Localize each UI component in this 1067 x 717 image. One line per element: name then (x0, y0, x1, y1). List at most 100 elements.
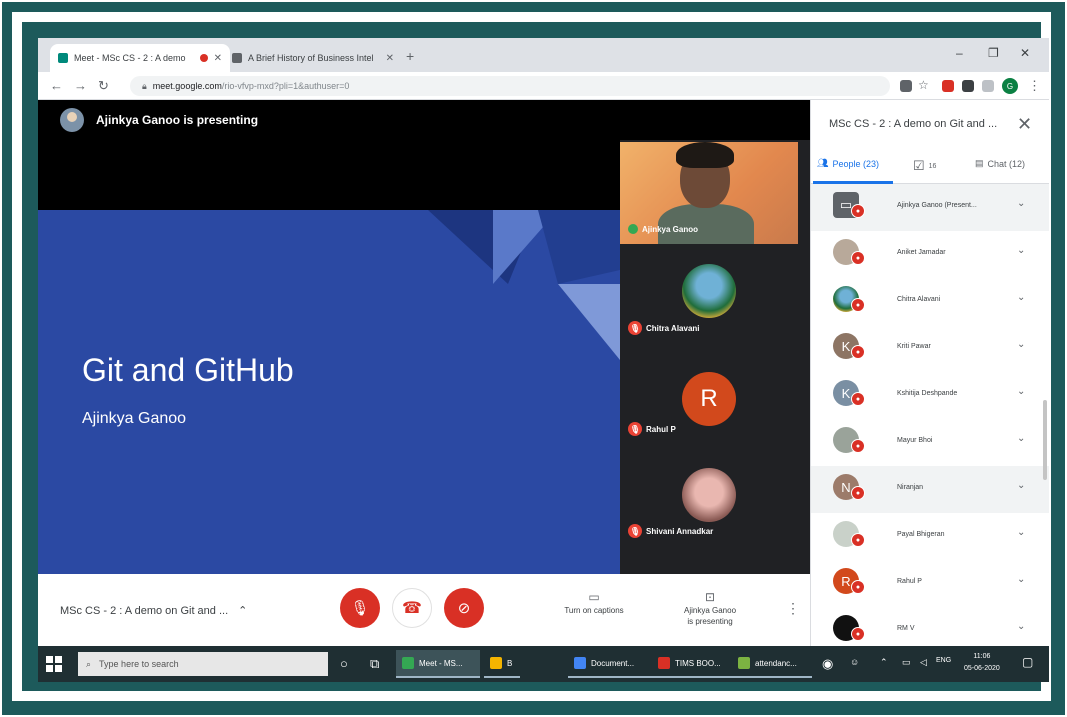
tile-name-label: Chitra Alavani (646, 323, 700, 333)
list-item[interactable]: ● Chitra Alavani ⌄ (811, 278, 1049, 325)
close-window-icon[interactable]: ✕ (1020, 46, 1030, 60)
new-tab-icon[interactable]: + (406, 48, 414, 64)
minimize-icon[interactable]: – (956, 46, 963, 60)
muted-mic-icon: ● (851, 251, 865, 265)
chevron-down-icon[interactable]: ⌄ (1017, 527, 1025, 538)
tab-people-label: People (23) (832, 158, 879, 169)
tile-name[interactable]: 🎙︎ Chitra Alavani (628, 321, 700, 335)
chevron-up-icon[interactable]: ⌃ (880, 657, 888, 668)
extension-icon[interactable] (942, 80, 954, 92)
chevron-down-icon[interactable]: ⌄ (1017, 480, 1025, 491)
language-indicator[interactable]: ENG (936, 657, 951, 664)
tile-name[interactable]: 🎙︎ Shivani Annadkar (628, 524, 713, 538)
muted-mic-icon: 🎙︎ (628, 321, 642, 335)
taskbar-app-document[interactable]: Document... (568, 650, 652, 678)
list-item[interactable]: ● Payal Bhigeran ⌄ (811, 513, 1049, 560)
maximize-icon[interactable]: ❐ (988, 46, 999, 60)
windows-start-icon[interactable] (46, 656, 62, 672)
list-item[interactable]: K ● Kriti Pawar ⌄ (811, 325, 1049, 372)
back-icon[interactable]: ← (50, 78, 63, 93)
document-icon (574, 657, 586, 669)
url-field[interactable]: 🔒︎ meet.google.com/rio-vfvp-mxd?pli=1&au… (130, 76, 890, 96)
chevron-down-icon[interactable]: ⌄ (1017, 386, 1025, 397)
meeting-controls: MSc CS - 2 : A demo on Git and ... ⌃ 🎙︎ … (38, 574, 810, 646)
extension-icon[interactable] (982, 80, 994, 92)
extension-icon[interactable] (962, 80, 974, 92)
chevron-down-icon[interactable]: ⌄ (1017, 292, 1025, 303)
taskbar-app-explorer[interactable]: B (484, 650, 520, 678)
participant-video-tile[interactable]: Ajinkya Ganoo (620, 142, 798, 244)
presenting-button[interactable]: ⊡ Ajinkya Ganoo is presenting (660, 591, 760, 627)
cortana-icon[interactable]: ○ (340, 656, 348, 671)
browser-icon[interactable]: ◉ (822, 656, 833, 672)
tile-name-label: Ajinkya Ganoo (642, 224, 699, 234)
taskbar-app-meet[interactable]: Meet - MS... (396, 650, 480, 678)
folder-icon (490, 657, 502, 669)
tab-people[interactable]: 👥︎ People (23) (817, 158, 879, 169)
list-item[interactable]: ▭ ● Ajinkya Ganoo (Present... ⌄ (811, 184, 1049, 231)
volume-icon[interactable]: ◁ (920, 657, 927, 668)
muted-mic-icon: ● (851, 627, 865, 641)
browser-menu-icon[interactable]: ⋮ (1028, 78, 1041, 94)
taskbar-app-pdf[interactable]: TIMS BOO... (652, 650, 732, 678)
people-tray-icon[interactable]: ☺ (850, 657, 859, 667)
chevron-down-icon[interactable]: ⌄ (1017, 433, 1025, 444)
meeting-details[interactable]: MSc CS - 2 : A demo on Git and ... ⌃ (60, 604, 247, 618)
participant-name: Rahul P (897, 578, 922, 585)
camera-icon[interactable] (900, 80, 912, 92)
camera-off-icon: ⊘ (457, 600, 471, 617)
tile-name-label: Shivani Annadkar (646, 526, 714, 536)
chevron-down-icon[interactable]: ⌄ (1017, 574, 1025, 585)
close-icon[interactable]: ✕ (1017, 114, 1032, 135)
speaking-icon (628, 224, 638, 234)
windows-taskbar: ⌕ Type here to search ○ ⧉ Meet - MS... B… (38, 646, 1049, 682)
muted-mic-icon: ● (851, 345, 865, 359)
forward-icon[interactable]: → (74, 78, 87, 93)
tab-label: A Brief History of Business Intel (248, 53, 374, 63)
participant-name: Mayur Bhoi (897, 437, 933, 444)
participant-tiles: Ajinkya Ganoo 🎙︎ Chitra Alavani R 🎙︎ Rah… (620, 140, 810, 574)
bookmark-star-icon[interactable]: ☆ (918, 78, 930, 92)
slide-author: Ajinkya Ganoo (82, 410, 187, 427)
list-item[interactable]: ● Mayur Bhoi ⌄ (811, 419, 1049, 466)
taskbar-clock[interactable]: 11:06 05-06-2020 (964, 651, 1000, 675)
list-item[interactable]: ● Aniket Jamadar ⌄ (811, 231, 1049, 278)
presenting-banner: Ajinkya Ganoo is presenting (38, 100, 810, 140)
address-bar: ← → ↻ 🔒︎ meet.google.com/rio-vfvp-mxd?pl… (38, 72, 1049, 100)
camera-off-button[interactable]: ⊘ (444, 588, 484, 628)
leave-call-button[interactable]: ☎︎ (392, 588, 432, 628)
chevron-down-icon[interactable]: ⌄ (1017, 339, 1025, 350)
tab-meet[interactable]: Meet - MSc CS - 2 : A demo ✕ (50, 44, 230, 72)
tile-name[interactable]: 🎙︎ Rahul P (628, 422, 676, 436)
taskbar-search-input[interactable]: ⌕ Type here to search (78, 652, 328, 676)
people-list-scrollbar[interactable] (1043, 400, 1047, 480)
profile-avatar[interactable]: G (1002, 78, 1018, 94)
captions-label: Turn on captions (564, 606, 624, 615)
list-item[interactable]: K ● Kshitija Deshpande ⌄ (811, 372, 1049, 419)
chevron-down-icon[interactable]: ⌄ (1017, 198, 1025, 209)
tab-activities[interactable]: ☑ 16 (913, 158, 936, 174)
slide-decoration (428, 210, 620, 360)
list-item[interactable]: N ● Niranjan ⌄ (811, 466, 1049, 513)
tab-chat[interactable]: ▤ Chat (12) (975, 158, 1025, 169)
taskbar-app-attendance[interactable]: attendanc... (732, 650, 812, 678)
tab-business-intel[interactable]: A Brief History of Business Intel ✕ (224, 44, 402, 72)
unmute-button[interactable]: 🎙︎ (340, 588, 380, 628)
close-tab-icon[interactable]: ✕ (214, 53, 222, 64)
url-host: meet.google.com (152, 81, 222, 91)
network-icon[interactable]: ▭ (902, 657, 911, 668)
close-tab-icon[interactable]: ✕ (386, 53, 394, 64)
participant-avatar (682, 264, 736, 318)
more-options-icon[interactable]: ⋮ (786, 600, 800, 617)
muted-mic-icon: ● (851, 533, 865, 547)
chevron-down-icon[interactable]: ⌄ (1017, 621, 1025, 632)
chevron-down-icon[interactable]: ⌄ (1017, 245, 1025, 256)
participant-name: Payal Bhigeran (897, 531, 945, 538)
captions-button[interactable]: ▭ Turn on captions (544, 591, 644, 616)
notification-icon[interactable]: ▢ (1022, 655, 1033, 669)
list-item[interactable]: R ● Rahul P ⌄ (811, 560, 1049, 607)
pdf-icon (658, 657, 670, 669)
task-view-icon[interactable]: ⧉ (370, 656, 379, 672)
panel-title: MSc CS - 2 : A demo on Git and ... (829, 118, 998, 130)
reload-icon[interactable]: ↻ (98, 78, 109, 94)
